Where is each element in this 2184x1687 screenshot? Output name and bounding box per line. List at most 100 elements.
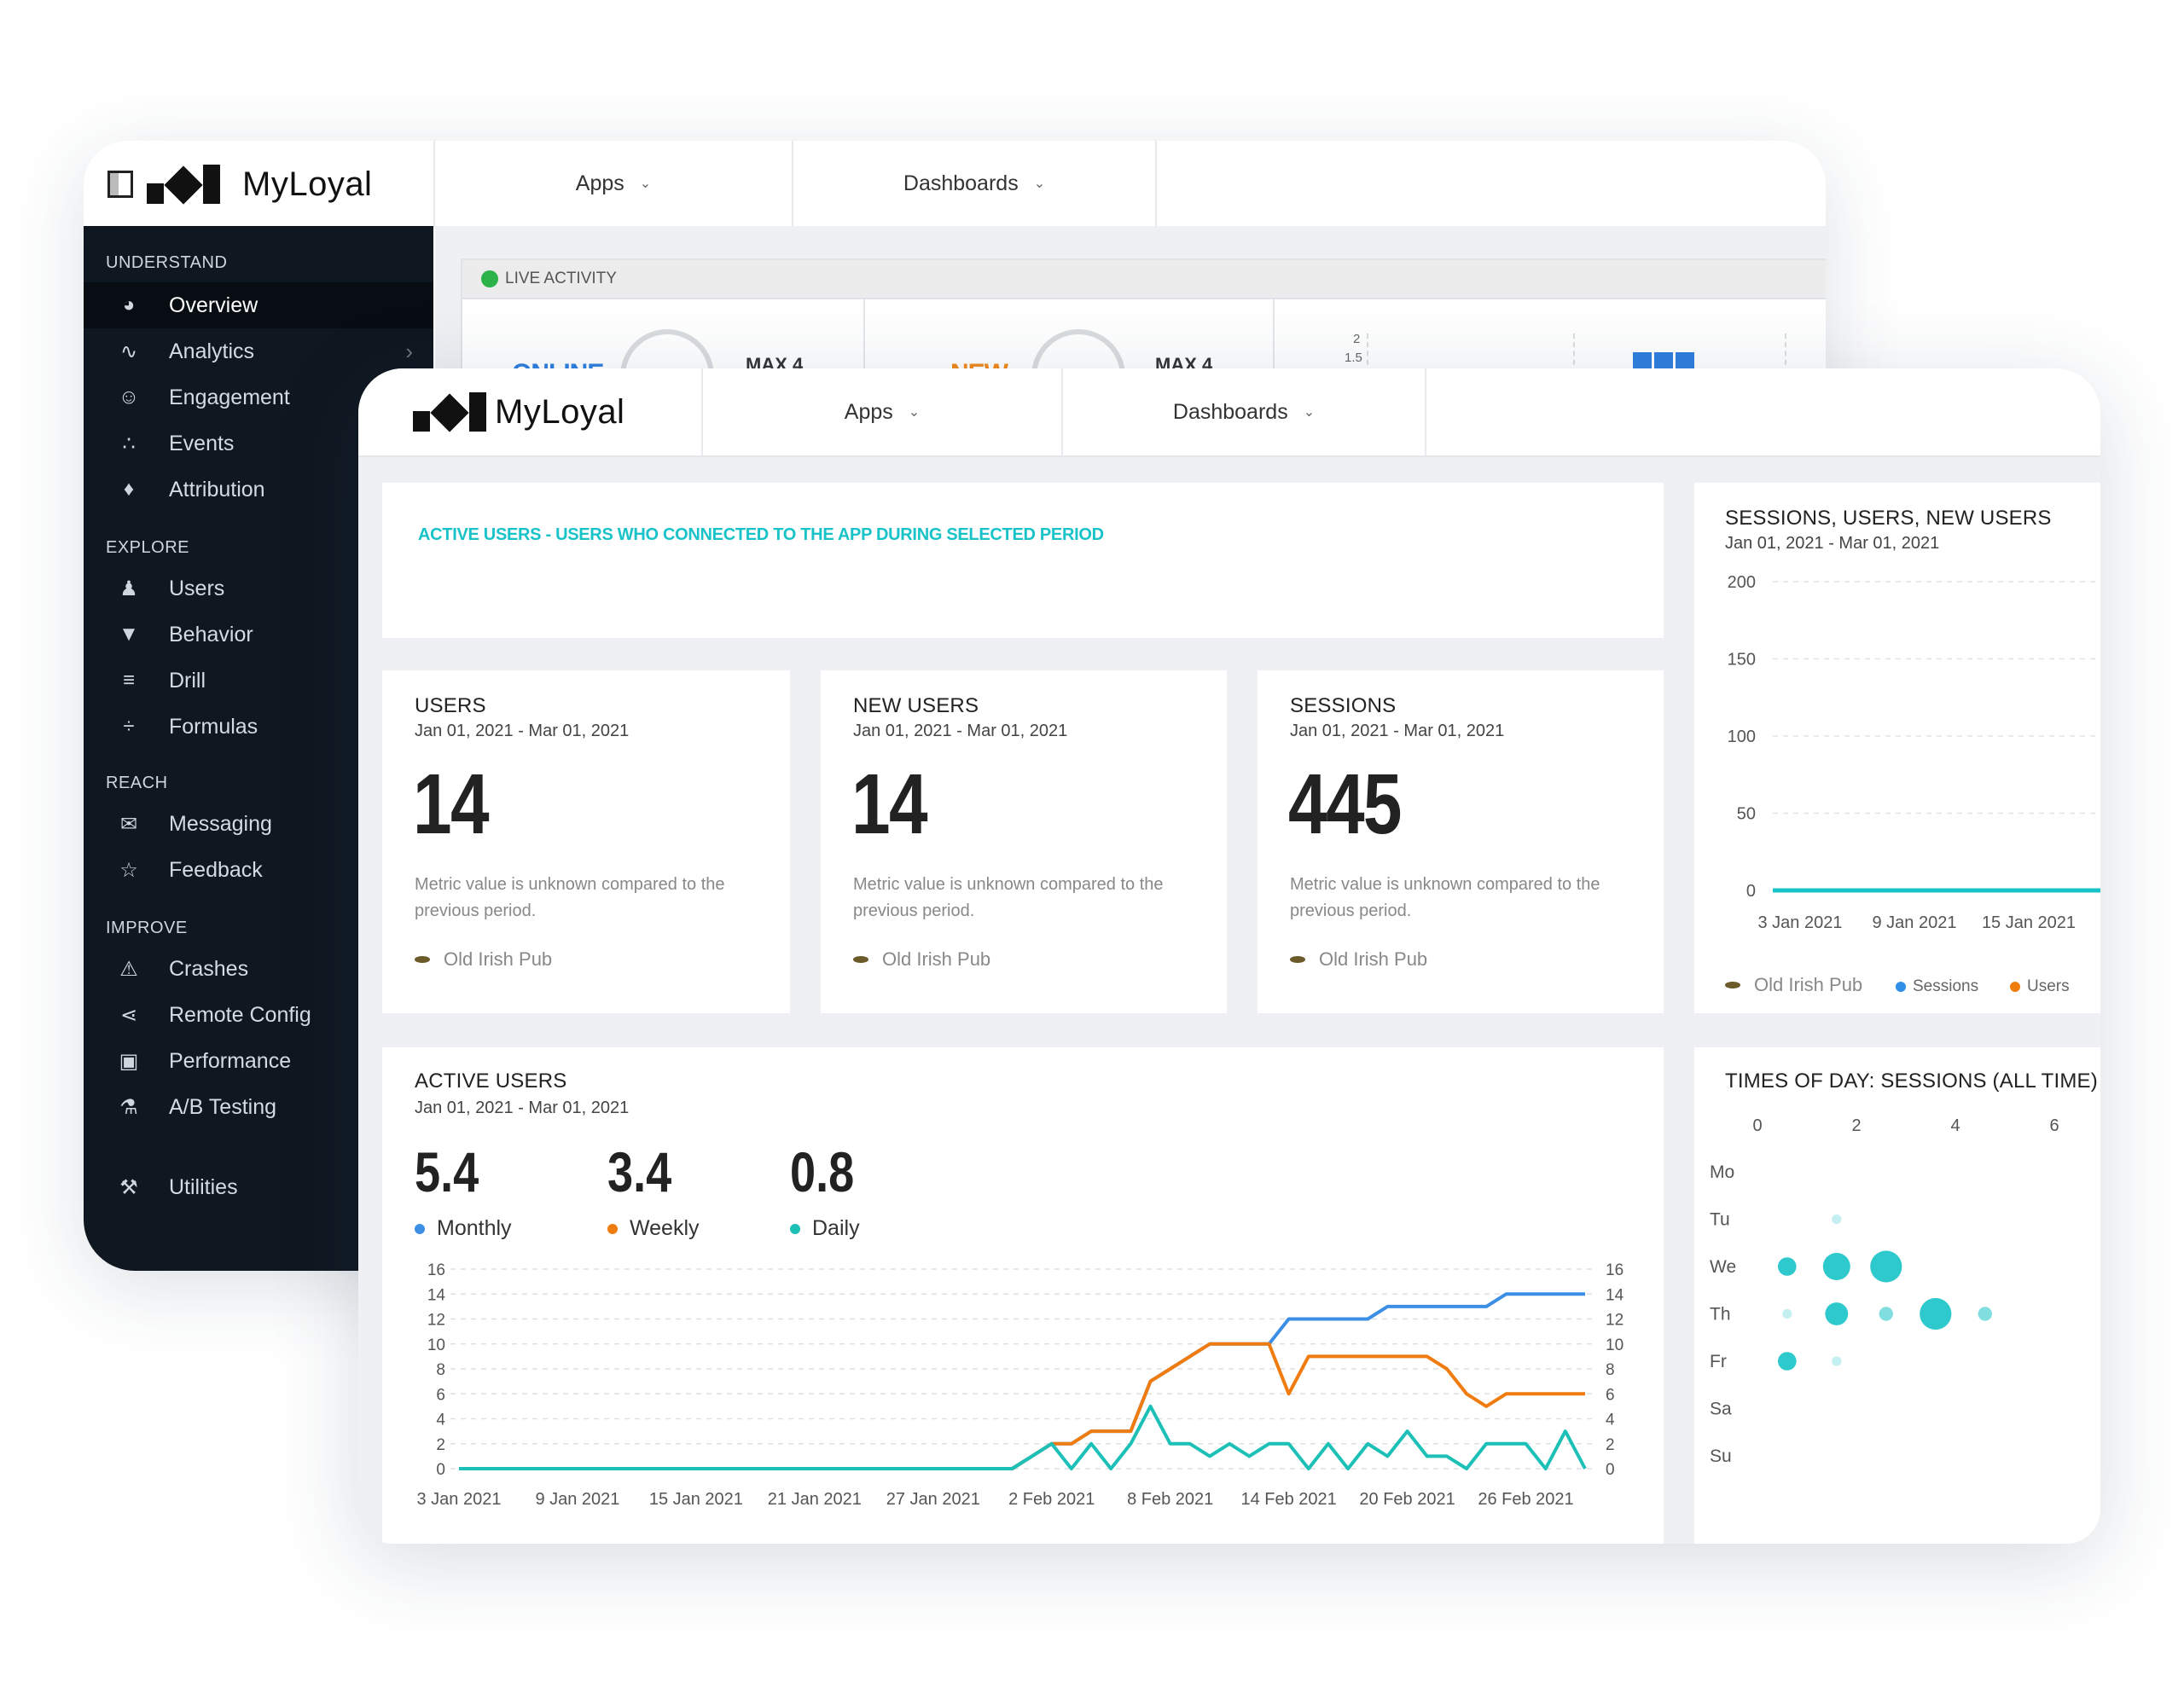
day-label: Th bbox=[1710, 1305, 1731, 1325]
chevron-down-icon: ⌄ bbox=[639, 177, 652, 191]
y-tick-label: 50 bbox=[1737, 805, 1756, 824]
sidebar-section-improve: IMPROVE bbox=[106, 919, 188, 937]
active-users-chart: 0 0 2 2 4 4 6 6 8 8 10 10 12 12 14 14 16 16 3 Jan 2021 9 Ja… bbox=[417, 1261, 1624, 1509]
card-date: Jan 01, 2021 - Mar 01, 2021 bbox=[1290, 722, 1505, 740]
x-tick-label: 9 Jan 2021 bbox=[535, 1490, 619, 1509]
times-of-day-chart: 0 2 4 6 Mo Tu We Th Fr Sa Su bbox=[1710, 1116, 2059, 1466]
y-tick-label-right: 12 bbox=[1606, 1312, 1623, 1330]
x-tick-label: 6 bbox=[2049, 1116, 2059, 1135]
sidebar-item-label: Drill bbox=[169, 668, 206, 693]
session-bubble bbox=[1879, 1307, 1893, 1321]
tab-apps[interactable]: Apps ⌄ bbox=[701, 368, 1061, 455]
tab-dashboards[interactable]: Dashboards ⌄ bbox=[792, 141, 1157, 226]
app-icon bbox=[1290, 956, 1305, 963]
metric-card-new-users[interactable]: NEW USERS Jan 01, 2021 - Mar 01, 2021 14… bbox=[821, 670, 1227, 1013]
sidebar-item-overview[interactable]: ◕ Overview bbox=[84, 282, 433, 328]
users-icon: ♟ bbox=[119, 577, 138, 600]
x-tick-label: 2 Feb 2021 bbox=[1008, 1490, 1095, 1509]
x-tick-label: 15 Jan 2021 bbox=[1982, 913, 2076, 932]
sessions-users-card: SESSIONS, USERS, NEW USERS Jan 01, 2021 … bbox=[1694, 483, 2100, 1013]
sidebar-item-label: Formulas bbox=[169, 714, 258, 739]
x-tick-label: 3 Jan 2021 bbox=[1758, 913, 1843, 932]
front-logo[interactable]: MyLoyal bbox=[413, 392, 624, 432]
card-date: Jan 01, 2021 - Mar 01, 2021 bbox=[415, 722, 630, 740]
gauge-icon: ◕ bbox=[122, 293, 136, 316]
y-tick-label-right: 0 bbox=[1606, 1461, 1615, 1479]
legend-sessions[interactable]: Sessions bbox=[1896, 977, 1978, 996]
sidebar-section-explore: EXPLORE bbox=[106, 538, 189, 557]
sidebar-item-analytics[interactable]: ∿ Analytics › bbox=[84, 328, 433, 374]
mini-tick: 1.5 bbox=[1345, 351, 1362, 365]
session-bubble bbox=[1822, 1253, 1850, 1280]
x-tick-label: 21 Jan 2021 bbox=[768, 1490, 862, 1509]
y-tick-label-right: 16 bbox=[1606, 1261, 1623, 1279]
back-logo[interactable]: MyLoyal bbox=[107, 165, 373, 205]
tab-dashboards-label: Dashboards bbox=[903, 171, 1019, 195]
divide-icon: ÷ bbox=[123, 715, 135, 738]
x-tick-label: 8 Feb 2021 bbox=[1127, 1490, 1213, 1509]
session-bubble bbox=[1832, 1214, 1842, 1225]
metric-value: 14 bbox=[851, 757, 928, 852]
app-label: Old Irish Pub bbox=[415, 948, 552, 971]
legend-dot bbox=[2010, 982, 2020, 992]
tab-apps[interactable]: Apps ⌄ bbox=[433, 141, 792, 226]
x-tick-label: 2 bbox=[1851, 1116, 1861, 1135]
metric-note: Metric value is unknown compared to the … bbox=[415, 875, 725, 920]
star-icon: ☆ bbox=[119, 858, 138, 882]
day-label: Fr bbox=[1710, 1352, 1727, 1371]
session-bubble bbox=[1978, 1307, 1992, 1321]
chevron-down-icon: ⌄ bbox=[1303, 405, 1316, 420]
y-tick-label-right: 14 bbox=[1606, 1286, 1624, 1304]
sidebar-item-label: Feedback bbox=[169, 857, 263, 882]
tag-icon: ♦ bbox=[123, 478, 135, 501]
front-top-bar: MyLoyal Apps ⌄ Dashboards ⌄ bbox=[358, 368, 2100, 457]
sidebar-toggle-icon[interactable] bbox=[107, 171, 133, 198]
session-bubble bbox=[1870, 1250, 1902, 1283]
sidebar-item-label: Utilities bbox=[169, 1174, 238, 1199]
metric-value: 445 bbox=[1288, 757, 1403, 852]
day-label: Sa bbox=[1710, 1400, 1732, 1419]
mini-tick: 2 bbox=[1353, 332, 1361, 346]
sidebar-item-label: Messaging bbox=[169, 811, 272, 836]
session-bubble bbox=[1782, 1308, 1792, 1319]
session-bubble bbox=[1778, 1257, 1797, 1276]
chevron-right-icon: › bbox=[405, 338, 413, 364]
back-top-bar: MyLoyal Apps ⌄ Dashboards ⌄ bbox=[84, 141, 1826, 227]
x-tick-label: 20 Feb 2021 bbox=[1359, 1490, 1455, 1509]
pulse-icon: ∿ bbox=[119, 339, 138, 363]
sidebar-item-label: Crashes bbox=[169, 956, 249, 981]
sidebar-item-label: Performance bbox=[169, 1048, 292, 1073]
sidebar-item-label: Overview bbox=[169, 293, 258, 317]
series-line-daily bbox=[459, 1404, 1587, 1470]
y-tick-label-left: 16 bbox=[427, 1261, 445, 1279]
app-name: Old Irish Pub bbox=[1754, 974, 1863, 995]
brand-logo-icon bbox=[147, 165, 220, 205]
legend-users[interactable]: Users bbox=[2010, 977, 2070, 996]
filter-icon: ≡ bbox=[122, 669, 135, 692]
sessions-users-chart: 0 50 100 150 200 3 Jan 2021 9 Jan 2021 15 Jan 2… bbox=[1728, 573, 2100, 932]
tab-dashboards[interactable]: Dashboards ⌄ bbox=[1061, 368, 1426, 455]
tab-apps-label: Apps bbox=[575, 171, 624, 195]
banner-text: ACTIVE USERS - USERS WHO CONNECTED TO TH… bbox=[418, 525, 1104, 544]
tab-apps-label: Apps bbox=[844, 399, 893, 424]
sidebar-item-label: Behavior bbox=[169, 622, 253, 646]
events-icon: ∴ bbox=[122, 432, 136, 455]
session-bubble bbox=[1832, 1356, 1842, 1366]
brand-name: MyLoyal bbox=[242, 165, 373, 203]
y-tick-label-left: 12 bbox=[427, 1312, 445, 1330]
y-tick-label: 200 bbox=[1728, 573, 1756, 592]
y-tick-label-right: 6 bbox=[1606, 1386, 1615, 1404]
session-bubble bbox=[1920, 1297, 1952, 1330]
legend-dot bbox=[1896, 982, 1906, 992]
metric-card-users[interactable]: USERS Jan 01, 2021 - Mar 01, 2021 14 Met… bbox=[382, 670, 790, 1013]
foreground-window: MyLoyal Apps ⌄ Dashboards ⌄ ACTIVE USERS -… bbox=[358, 368, 2100, 1544]
wrench-icon: ⚒ bbox=[119, 1175, 138, 1199]
app-icon bbox=[415, 956, 430, 963]
y-tick-label-right: 4 bbox=[1606, 1412, 1615, 1429]
info-banner: ACTIVE USERS - USERS WHO CONNECTED TO TH… bbox=[382, 483, 1664, 638]
chat-icon: ✉ bbox=[119, 812, 138, 836]
metric-card-sessions[interactable]: SESSIONS Jan 01, 2021 - Mar 01, 2021 445… bbox=[1258, 670, 1664, 1013]
share-icon: ⋖ bbox=[119, 1003, 138, 1027]
legend-label: Users bbox=[2027, 977, 2070, 995]
y-tick-label-left: 4 bbox=[436, 1412, 445, 1429]
